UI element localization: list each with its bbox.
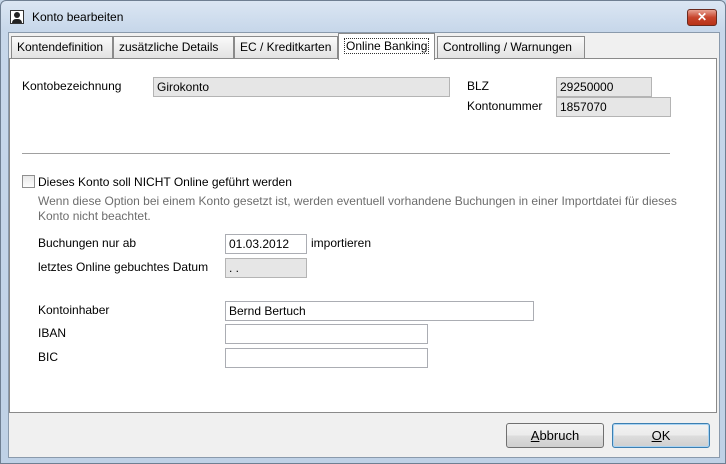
last-online-date-label: letztes Online gebuchtes Datum: [38, 260, 209, 274]
tab-controlling-warnungen[interactable]: Controlling / Warnungen: [437, 36, 585, 58]
account-number-label: Kontonummer: [467, 99, 543, 113]
tab-ec-kreditkarten[interactable]: EC / Kreditkarten: [234, 36, 338, 58]
import-from-date-field[interactable]: 01.03.2012: [225, 234, 307, 254]
bic-label: BIC: [38, 350, 59, 364]
ok-button[interactable]: OK: [612, 423, 710, 448]
account-holder-field[interactable]: Bernd Bertuch: [225, 301, 534, 321]
import-from-label: Buchungen nur ab: [38, 236, 137, 250]
close-icon: ✕: [696, 10, 708, 24]
blz-field[interactable]: 29250000: [556, 77, 652, 97]
blz-label: BLZ: [467, 79, 490, 93]
dialog-client-area: Kontendefinition zusätzliche Details EC …: [8, 32, 720, 458]
iban-field[interactable]: [225, 324, 428, 344]
title-bar[interactable]: Konto bearbeiten ✕: [1, 1, 725, 31]
account-holder-label: Kontoinhaber: [38, 303, 110, 317]
window-title: Konto bearbeiten: [32, 10, 124, 24]
user-icon: [10, 10, 24, 24]
tab-kontendefinition[interactable]: Kontendefinition: [11, 36, 113, 58]
not-online-hint: Wenn diese Option bei einem Konto gesetz…: [38, 194, 677, 223]
last-online-date-field[interactable]: . .: [225, 258, 307, 278]
online-banking-panel: Kontobezeichnung Girokonto BLZ 29250000 …: [9, 58, 717, 413]
not-online-checkbox-label[interactable]: Dieses Konto soll NICHT Online geführt w…: [38, 175, 292, 189]
account-name-label: Kontobezeichnung: [22, 79, 122, 93]
bic-field[interactable]: [225, 348, 428, 368]
iban-label: IBAN: [38, 326, 67, 340]
section-divider: [22, 153, 670, 154]
tab-zusaetzliche-details[interactable]: zusätzliche Details: [113, 36, 234, 58]
close-button[interactable]: ✕: [687, 9, 717, 26]
account-number-field[interactable]: 1857070: [556, 97, 671, 117]
dialog-window: Konto bearbeiten ✕ Kontendefinition zusä…: [0, 0, 726, 464]
cancel-button[interactable]: Abbruch: [506, 423, 604, 448]
tab-online-banking[interactable]: Online Banking: [338, 33, 435, 60]
import-suffix-label: importieren: [311, 236, 372, 250]
account-name-field[interactable]: Girokonto: [153, 77, 450, 97]
not-online-checkbox[interactable]: [22, 175, 35, 188]
